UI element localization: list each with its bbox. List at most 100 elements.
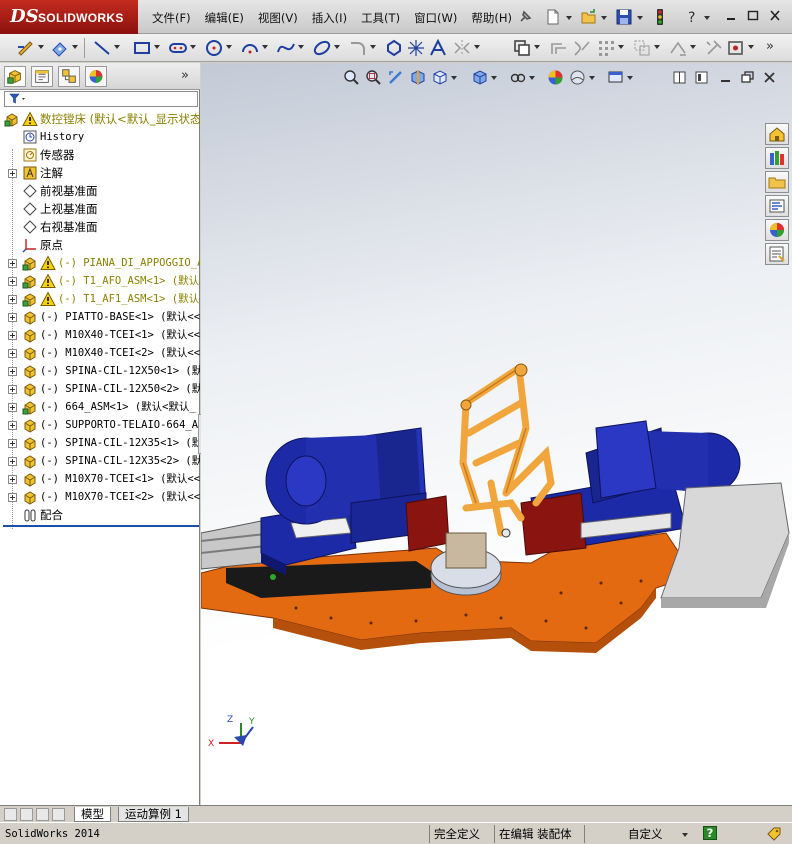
graphics-area[interactable]: X Y Z (201, 63, 792, 805)
move-dropdown-arrow[interactable] (654, 45, 660, 49)
rectangle-icon[interactable] (132, 38, 152, 58)
propertymanager-tab-icon[interactable] (31, 66, 53, 87)
rectangle-dropdown-arrow[interactable] (154, 45, 160, 49)
tree-item[interactable]: (-) SPINA-CIL-12X50<1> (默 (0, 362, 200, 380)
tree-item[interactable]: 注解 (0, 164, 200, 182)
configurationmanager-tab-icon[interactable] (58, 66, 80, 87)
line-dropdown-arrow[interactable] (114, 45, 120, 49)
expand-toggle[interactable] (8, 169, 17, 178)
tree-item[interactable]: (-) M10X70-TCEI<2> (默认<< (0, 488, 200, 506)
circle-dropdown-arrow[interactable] (226, 45, 232, 49)
expand-toggle[interactable] (8, 457, 17, 466)
menu-edit[interactable]: 编辑(E) (199, 0, 252, 34)
save-dropdown-arrow[interactable] (637, 16, 643, 20)
dimension-dropdown-arrow[interactable] (72, 45, 78, 49)
offset-dropdown-arrow[interactable] (534, 45, 540, 49)
expand-toggle[interactable] (8, 385, 17, 394)
menu-tools[interactable]: 工具(T) (355, 0, 408, 34)
spline-icon[interactable] (276, 38, 296, 58)
polygon-icon[interactable] (384, 38, 404, 58)
menu-file[interactable]: 文件(F) (146, 0, 199, 34)
tree-item[interactable]: 数控镗床 (默认<默认_显示状态 (0, 110, 200, 128)
tree-item[interactable]: History (0, 128, 200, 146)
ellipse-icon[interactable] (312, 38, 332, 58)
tree-item[interactable]: (-) SPINA-CIL-12X50<2> (默 (0, 380, 200, 398)
tree-item[interactable]: 前视基准面 (0, 182, 200, 200)
menu-insert[interactable]: 插入(I) (306, 0, 355, 34)
spline-dropdown-arrow[interactable] (298, 45, 304, 49)
repair-sketch-icon[interactable] (704, 38, 724, 58)
expand-toggle[interactable] (8, 403, 17, 412)
ellipse-dropdown-arrow[interactable] (334, 45, 340, 49)
arc-icon[interactable] (240, 38, 260, 58)
filter-icon[interactable] (9, 93, 29, 105)
tree-item[interactable]: (-) M10X40-TCEI<2> (默认<< (0, 344, 200, 362)
tree-item[interactable]: (-) 664_ASM<1> (默认<默认_ (0, 398, 200, 416)
menu-help[interactable]: 帮助(H) (465, 0, 520, 34)
expand-toggle[interactable] (8, 493, 17, 502)
open-folder-icon[interactable] (580, 8, 598, 26)
tree-item[interactable]: (-) T1_AFO_ASM<1> (默认< (0, 272, 200, 290)
panel-divider[interactable] (3, 525, 199, 527)
open-dropdown-arrow[interactable] (601, 16, 607, 20)
arc-dropdown-arrow[interactable] (262, 45, 268, 49)
point-icon[interactable] (406, 38, 426, 58)
relations-dropdown-arrow[interactable] (690, 45, 696, 49)
help-icon[interactable]: ? (684, 8, 702, 26)
expand-toggle[interactable] (8, 475, 17, 484)
tree-item[interactable]: (-) T1_AF1_ASM<1> (默认< (0, 290, 200, 308)
slot-icon[interactable] (168, 38, 188, 58)
pin-icon[interactable] (516, 8, 534, 26)
tree-item[interactable]: (-) PIANA_DI_APPOGGIO_ASM (0, 254, 200, 272)
task-pane-file-explorer[interactable] (765, 171, 789, 193)
panel-expand-icon[interactable]: » (181, 68, 189, 83)
expand-toggle[interactable] (8, 439, 17, 448)
featuremanager-tab-icon[interactable] (4, 66, 26, 87)
expand-toggle[interactable] (8, 331, 17, 340)
tree-item[interactable]: 传感器 (0, 146, 200, 164)
convert-entities-icon[interactable] (548, 38, 568, 58)
close-icon[interactable] (768, 9, 782, 22)
tree-item[interactable]: (-) M10X70-TCEI<1> (默认<< (0, 470, 200, 488)
tab-model[interactable]: 模型 (74, 807, 111, 822)
task-pane-view-palette[interactable] (765, 195, 789, 217)
status-units[interactable]: 自定义 (628, 825, 663, 843)
pattern-dropdown-arrow[interactable] (618, 45, 624, 49)
help-dropdown-arrow[interactable] (704, 16, 710, 20)
rebuild-traffic-light-icon[interactable] (651, 8, 669, 26)
offset-entities-icon[interactable] (512, 38, 532, 58)
tab-next-button[interactable] (36, 808, 49, 821)
fillet-icon[interactable] (348, 38, 368, 58)
expand-toggle[interactable] (8, 259, 17, 268)
minimize-icon[interactable] (724, 9, 738, 22)
menu-view[interactable]: 视图(V) (252, 0, 306, 34)
tab-motion-study[interactable]: 运动算例 1 (118, 807, 189, 822)
save-icon[interactable] (615, 8, 633, 26)
fillet-dropdown-arrow[interactable] (370, 45, 376, 49)
status-help-icon[interactable]: ? (703, 826, 717, 840)
task-pane-design-library[interactable] (765, 147, 789, 169)
menu-window[interactable]: 窗口(W) (408, 0, 465, 34)
units-dropdown-arrow[interactable] (682, 833, 688, 837)
mirror-dropdown-arrow[interactable] (474, 45, 480, 49)
sketch-text-icon[interactable] (428, 38, 448, 58)
tree-item[interactable]: 原点 (0, 236, 200, 254)
tree-item[interactable]: (-) SPINA-CIL-12X35<2> (默 (0, 452, 200, 470)
quick-snaps-icon[interactable] (726, 38, 746, 58)
tree-filter[interactable] (4, 91, 198, 107)
tree-item[interactable]: (-) SUPPORTO-TELAIO-664_AS (0, 416, 200, 434)
task-pane-home[interactable] (765, 123, 789, 145)
expand-toggle[interactable] (8, 277, 17, 286)
smart-dimension-icon[interactable] (50, 38, 70, 58)
linear-pattern-icon[interactable] (596, 38, 616, 58)
rebuild-tag-icon[interactable] (766, 826, 782, 842)
tab-first-button[interactable] (4, 808, 17, 821)
snaps-dropdown-arrow[interactable] (748, 45, 754, 49)
expand-toggle[interactable] (8, 295, 17, 304)
restore-icon[interactable] (746, 9, 760, 22)
solidworks-logo[interactable]: DS SOLIDWORKS (0, 0, 138, 34)
sketch-icon[interactable] (16, 38, 36, 58)
assembly-model[interactable] (201, 63, 792, 805)
expand-toggle[interactable] (8, 349, 17, 358)
circle-icon[interactable] (204, 38, 224, 58)
